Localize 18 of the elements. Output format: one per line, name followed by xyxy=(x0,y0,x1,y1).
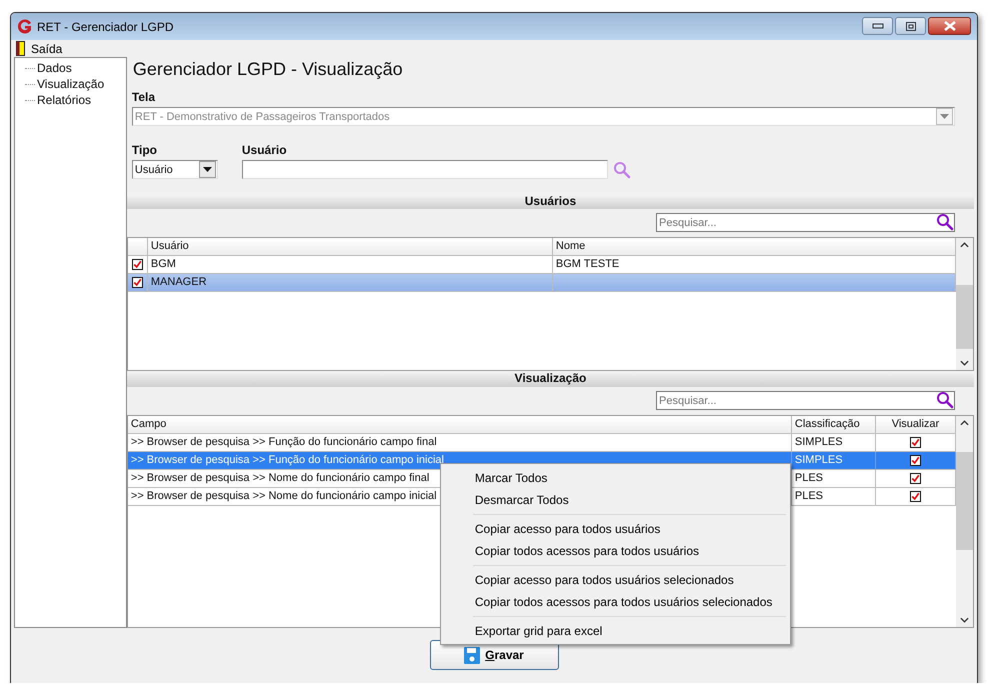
table-cell: MANAGER xyxy=(150,276,207,288)
table-cell: >> Browser de pesquisa >> Nome do funcionário campo final xyxy=(130,472,430,484)
table-cell: SIMPLES xyxy=(794,436,843,448)
table-cell: PLES xyxy=(794,472,824,484)
table-cell: BGM TESTE xyxy=(556,258,620,270)
page-title: Gerenciador LGPD - Visualização xyxy=(132,58,404,80)
table-cell: >> Browser de pesquisa >> Função do funcionário campo inicial xyxy=(130,454,444,466)
table-cell: PLES xyxy=(794,490,824,502)
section-header: Usuários xyxy=(126,194,974,209)
section-header: Visualização xyxy=(126,370,974,387)
table-cell: >> Browser de pesquisa >> Nome do funcionário campo inicial xyxy=(130,490,437,502)
table-cell: SIMPLES xyxy=(794,454,843,466)
table-cell: BGM xyxy=(150,258,176,270)
field-label: Tipo xyxy=(132,143,158,158)
table-cell: >> Browser de pesquisa >> Função do funcionário campo final xyxy=(130,436,437,448)
field-label: Usuário xyxy=(242,143,288,158)
window-title: RET - Gerenciador LGPD xyxy=(37,20,174,34)
field-label: Tela xyxy=(132,90,156,105)
